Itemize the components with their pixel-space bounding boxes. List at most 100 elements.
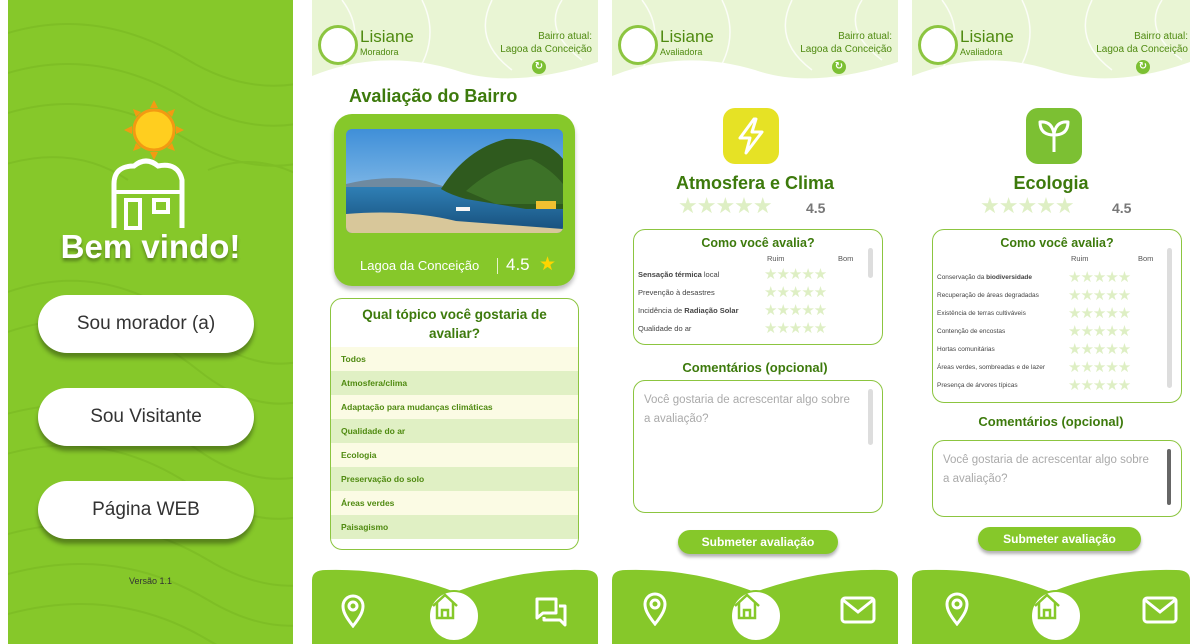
submit-button[interactable]: Submeter avaliação [678,530,838,554]
current-neighborhood: Bairro atual: Lagoa da Conceição [500,30,592,56]
comments-title: Comentários (opcional) [682,360,828,375]
evaluation-question: Como você avalia? [701,236,815,250]
sun-house-logo [111,100,185,230]
category-title: Ecologia [1013,173,1089,193]
bottom-nav [912,568,1190,644]
topic-item[interactable]: Paisagismo [331,515,578,539]
neighborhood-rating: 4.5 [506,255,530,274]
neighborhood-label: Bairro atual: [1134,31,1188,42]
comments-input[interactable]: Você gostaria de acrescentar algo sobre … [932,440,1182,517]
criterion-stars[interactable]: ★★★★★ [764,283,827,301]
scrollbar[interactable] [868,389,873,445]
criterion-label: Incidência de Radiação Solar [638,306,739,315]
criterion-stars[interactable]: ★★★★★ [764,301,827,319]
header: Lisiane Avaliadora Bairro atual: Lagoa d… [912,0,1190,80]
criterion-stars[interactable]: ★★★★★ [764,319,827,337]
home-icon [432,593,458,620]
sprout-icon [1038,120,1070,152]
neighborhood-card[interactable]: Lagoa da Conceição 4.5 ★ [334,114,575,286]
criterion-stars[interactable]: ★★★★★ [1068,286,1131,304]
current-neighborhood: Bairro atual: Lagoa da Conceição [800,30,892,56]
version-label: Versão 1.1 [128,576,173,586]
criterion-stars[interactable]: ★★★★★ [1068,322,1131,340]
scale-high-label: Bom [838,254,854,263]
topic-item[interactable]: Áreas verdes [331,491,578,515]
comments-title: Comentários (opcional) [978,414,1124,429]
rating-stars: ★★★★★ [678,193,773,218]
criterion-stars[interactable]: ★★★★★ [1068,358,1131,376]
criterion-stars[interactable]: ★★★★★ [764,265,827,283]
evaluation-box: Como você avalia? Ruim Bom Sensação térm… [633,229,883,345]
scale-low-label: Ruim [767,254,785,263]
star-icon: ★ [539,254,557,275]
criterion-stars[interactable]: ★★★★★ [1068,340,1131,358]
user-name: Lisiane [660,27,714,46]
home-icon [734,593,760,620]
comments-input[interactable]: Você gostaria de acrescentar algo sobre … [633,380,883,513]
criterion-stars[interactable]: ★★★★★ [1068,268,1131,286]
category-icon-tile [723,108,779,164]
topic-item[interactable]: Ecologia [331,443,578,467]
page-title: Avaliação do Bairro [349,86,518,106]
topic-item[interactable]: Preservação do solo [331,467,578,491]
atmosphere-screen: Lisiane Avaliadora Bairro atual: Lagoa d… [612,0,898,644]
criterion-label: Áreas verdes, sombreadas e de lazer [937,364,1046,371]
neighborhood-label: Bairro atual: [838,31,892,42]
topic-question: Qual tópico você gostaria de avaliar? [362,307,547,341]
criterion-label: Conservação da biodiversidade [937,274,1033,281]
category-icon-tile [1026,108,1082,164]
refresh-icon[interactable]: ↻ [532,60,546,74]
criterion-label: Contenção de encostas [937,328,1006,335]
neighborhood-name: Lagoa da Conceição [360,258,480,273]
user-name: Lisiane [960,27,1014,46]
criterion-label: Prevenção à desastres [638,288,715,297]
avatar[interactable] [618,25,658,65]
divider [497,258,498,274]
topic-item[interactable]: Atmosfera/clima [331,371,578,395]
category-title: Atmosfera e Clima [675,173,835,193]
bottom-nav [612,568,898,644]
user-role: Avaliadora [960,47,1003,57]
home-button[interactable] [428,590,480,642]
avatar[interactable] [918,25,958,65]
scrollbar[interactable] [1167,449,1171,505]
comments-placeholder: Você gostaria de acrescentar algo sobre … [644,394,850,425]
comments-placeholder: Você gostaria de acrescentar algo sobre … [943,454,1149,485]
header: Lisiane Moradora Bairro atual: Lagoa da … [312,0,598,80]
web-page-button[interactable]: Página WEB [38,481,254,539]
scale-low-label: Ruim [1071,254,1089,263]
topic-item[interactable]: Qualidade do ar [331,419,578,443]
resident-button[interactable]: Sou morador (a) [38,295,254,353]
header: Lisiane Avaliadora Bairro atual: Lagoa d… [612,0,898,80]
ecology-screen: Lisiane Avaliadora Bairro atual: Lagoa d… [912,0,1190,644]
rating-value: 4.5 [806,200,826,216]
criterion-label: Qualidade do ar [638,324,692,333]
topic-item[interactable]: Adaptação para mudanças climáticas [331,395,578,419]
welcome-screen: Bem vindo! Sou morador (a) Sou Visitante… [8,0,293,644]
user-role: Avaliadora [660,47,703,57]
scrollbar[interactable] [868,248,873,278]
neighborhood-value: Lagoa da Conceição [1096,44,1188,55]
neighborhood-photo [346,129,563,233]
rating-value: 4.5 [1112,200,1132,216]
user-name: Lisiane [360,27,414,46]
lagoon-image [346,129,563,233]
refresh-icon[interactable]: ↻ [832,60,846,74]
rating-stars: ★★★★★ [980,193,1075,218]
home-button[interactable] [730,590,782,642]
home-button[interactable] [1030,590,1082,642]
visitor-button[interactable]: Sou Visitante [38,388,254,446]
evaluation-question: Como você avalia? [1000,236,1114,250]
criterion-label: Hortas comunitárias [937,346,995,353]
neighborhood-label: Bairro atual: [538,31,592,42]
avatar[interactable] [318,25,358,65]
submit-button[interactable]: Submeter avaliação [978,527,1141,551]
criterion-stars[interactable]: ★★★★★ [1068,376,1131,394]
criterion-stars[interactable]: ★★★★★ [1068,304,1131,322]
criterion-label: Sensação térmica local [638,270,720,279]
scrollbar[interactable] [1167,248,1172,388]
topic-item[interactable]: Todos [331,347,578,371]
criterion-label: Existência de terras cultiváveis [937,310,1026,317]
refresh-icon[interactable]: ↻ [1136,60,1150,74]
evaluation-box: Como você avalia? Ruim Bom Conservação d… [932,229,1182,403]
